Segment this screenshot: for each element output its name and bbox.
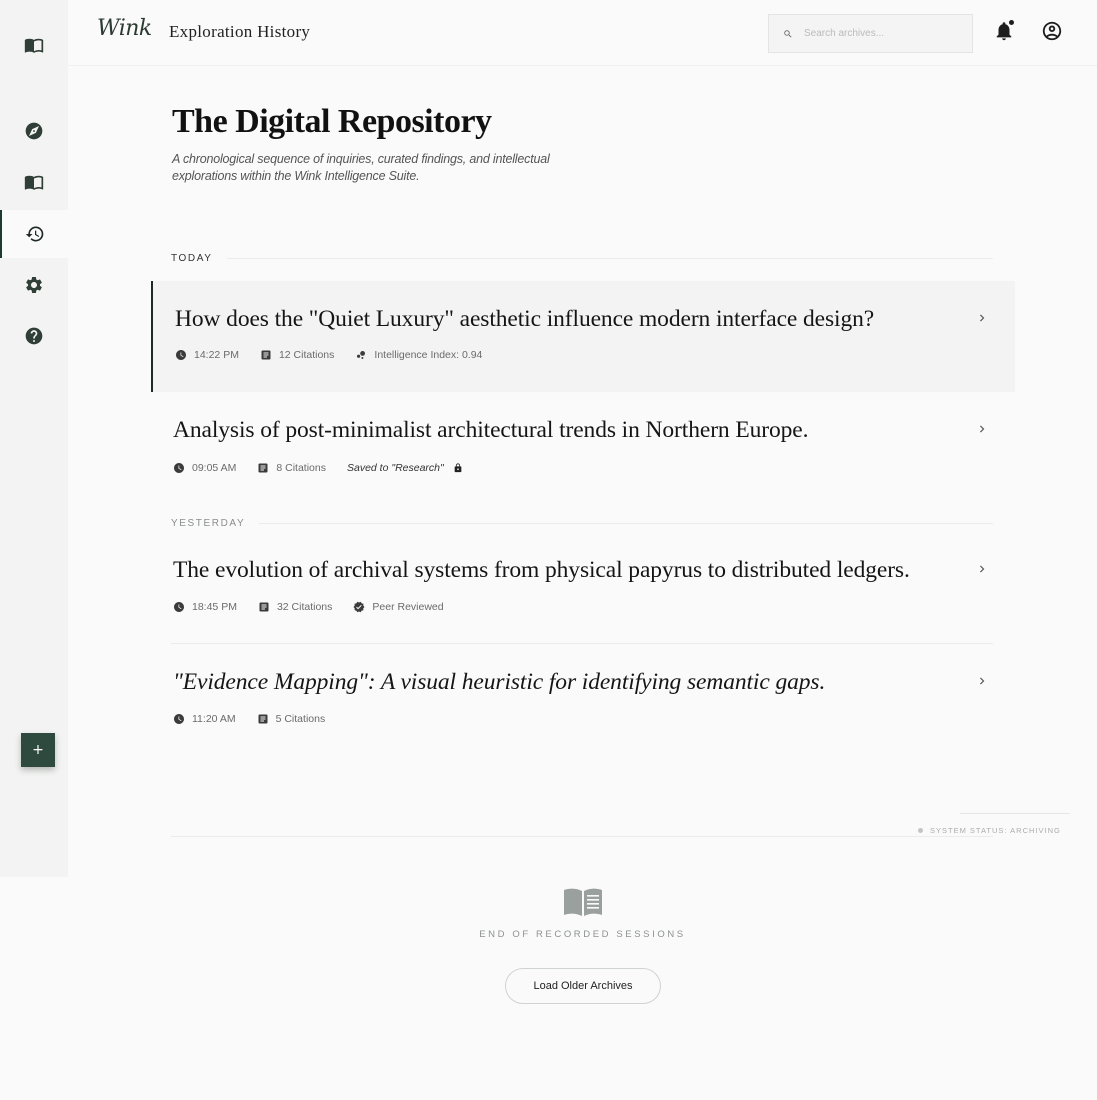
brand-logo[interactable]: Wink bbox=[97, 16, 152, 41]
sidebar-item-help[interactable] bbox=[0, 312, 68, 360]
chevron-right-icon bbox=[975, 674, 989, 688]
help-icon bbox=[25, 327, 43, 345]
entry-peer-reviewed: Peer Reviewed bbox=[372, 601, 444, 613]
entry-saved-tag: Saved to "Research" bbox=[346, 462, 444, 474]
entry-meta: 14:22 PM 12 Citations Intelligence Index… bbox=[175, 349, 503, 361]
entry-title: Analysis of post-minimalist architectura… bbox=[173, 417, 809, 443]
open-book-icon bbox=[562, 886, 604, 918]
entry-meta: 11:20 AM 5 Citations bbox=[173, 713, 346, 725]
article-icon bbox=[258, 714, 268, 724]
bubble-chart-icon bbox=[357, 351, 366, 359]
entry-time: 18:45 PM bbox=[192, 601, 237, 613]
sidebar-item-library[interactable] bbox=[0, 21, 68, 69]
entry-meta: 18:45 PM 32 Citations Peer Reviewed bbox=[173, 601, 465, 613]
chevron-right-icon bbox=[975, 562, 989, 576]
system-status: SYSTEM STATUS: ARCHIVING bbox=[918, 826, 1061, 835]
book-icon bbox=[24, 175, 44, 190]
history-entry[interactable]: Analysis of post-minimalist architectura… bbox=[151, 392, 1015, 503]
page-title: The Digital Repository bbox=[172, 103, 492, 140]
sidebar-item-settings[interactable] bbox=[0, 261, 68, 309]
new-exploration-button[interactable]: + bbox=[21, 733, 55, 767]
entry-citations: 8 Citations bbox=[276, 462, 326, 474]
entry-title: The evolution of archival systems from p… bbox=[173, 557, 910, 583]
history-entry[interactable]: The evolution of archival systems from p… bbox=[151, 532, 1015, 643]
chevron-right-icon bbox=[975, 311, 989, 325]
sidebar-item-library-book[interactable] bbox=[0, 158, 68, 206]
section-label-today: TODAY bbox=[171, 253, 993, 264]
entry-citations: 32 Citations bbox=[276, 601, 333, 613]
article-icon bbox=[261, 350, 271, 360]
sidebar: + bbox=[0, 0, 68, 877]
history-icon bbox=[25, 226, 44, 242]
entry-intelligence-index: Intelligence Index: 0.94 bbox=[374, 349, 483, 361]
entry-time: 14:22 PM bbox=[194, 349, 239, 361]
lock-icon bbox=[454, 463, 462, 473]
section-label-yesterday: YESTERDAY bbox=[171, 518, 993, 529]
page-description: A chronological sequence of inquiries, c… bbox=[172, 152, 550, 183]
search-icon bbox=[784, 29, 792, 38]
entry-title: How does the "Quiet Luxury" aesthetic in… bbox=[175, 306, 875, 332]
account-circle-icon bbox=[1042, 21, 1062, 41]
header-title: Exploration History bbox=[169, 22, 311, 41]
search-input[interactable] bbox=[804, 28, 964, 39]
entry-citations: 5 Citations bbox=[275, 713, 326, 725]
top-header: Wink Exploration History bbox=[68, 0, 1097, 66]
entry-time: 09:05 AM bbox=[192, 462, 237, 474]
entry-title: "Evidence Mapping": A visual heuristic f… bbox=[173, 669, 826, 695]
compass-icon bbox=[25, 122, 43, 140]
notifications-button[interactable] bbox=[993, 20, 1015, 42]
notification-dot bbox=[1009, 20, 1014, 25]
article-icon bbox=[259, 602, 269, 612]
sidebar-item-explore[interactable] bbox=[0, 107, 68, 155]
history-entry[interactable]: How does the "Quiet Luxury" aesthetic in… bbox=[151, 281, 1015, 392]
clock-icon bbox=[174, 714, 184, 724]
verified-icon bbox=[353, 601, 365, 613]
chevron-right-icon bbox=[975, 422, 989, 436]
clock-icon bbox=[174, 463, 184, 473]
library-icon bbox=[24, 38, 44, 53]
status-dot bbox=[918, 828, 923, 833]
entry-meta: 09:05 AM 8 Citations Saved to "Research" bbox=[173, 462, 484, 474]
load-older-archives-button[interactable]: Load Older Archives bbox=[505, 968, 661, 1004]
sidebar-item-history[interactable] bbox=[0, 210, 68, 258]
search-box[interactable] bbox=[768, 14, 973, 53]
history-entry[interactable]: "Evidence Mapping": A visual heuristic f… bbox=[151, 644, 1015, 755]
account-button[interactable] bbox=[1041, 20, 1063, 42]
article-icon bbox=[258, 463, 268, 473]
end-of-sessions-label: END OF RECORDED SESSIONS bbox=[479, 929, 686, 940]
status-rule bbox=[960, 813, 1070, 814]
entry-time: 11:20 AM bbox=[192, 713, 236, 725]
list-end-divider bbox=[171, 836, 993, 837]
clock-icon bbox=[176, 350, 186, 360]
clock-icon bbox=[174, 602, 184, 612]
gear-icon bbox=[26, 277, 42, 293]
entry-citations: 12 Citations bbox=[278, 349, 335, 361]
system-status-text: SYSTEM STATUS: ARCHIVING bbox=[930, 826, 1061, 835]
